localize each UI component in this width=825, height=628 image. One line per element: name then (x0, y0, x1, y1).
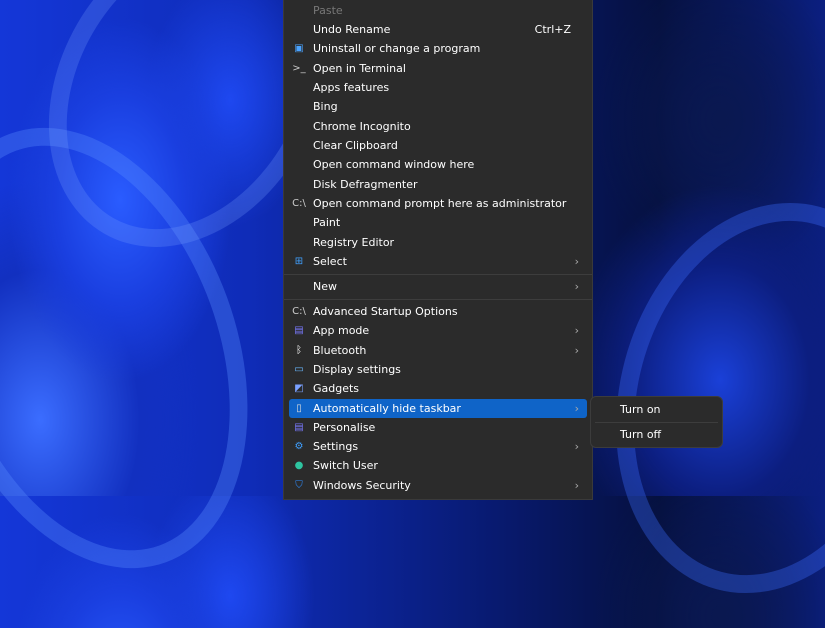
menu-item-label: Uninstall or change a program (313, 42, 481, 56)
terminal-icon: >_ (292, 62, 306, 74)
shield-icon: ⛉ (295, 479, 303, 491)
menu-item-label: Personalise (313, 420, 376, 434)
menu-item-gadgets[interactable]: ◩ Gadgets (289, 379, 587, 398)
chevron-right-icon: › (574, 440, 579, 454)
menu-item-label: Open command window here (313, 158, 475, 172)
menu-item-paint[interactable]: Paint (289, 213, 587, 232)
menu-item-label: Gadgets (313, 382, 360, 396)
menu-item-select[interactable]: ⊞ Select › (289, 252, 587, 271)
chevron-right-icon: › (574, 343, 579, 357)
menu-item-label: Bluetooth (313, 343, 367, 357)
menu-item-bing[interactable]: Bing (289, 97, 587, 116)
separator (595, 422, 718, 423)
menu-item-label: Apps features (313, 80, 390, 94)
menu-item-registry-editor[interactable]: Registry Editor (289, 233, 587, 252)
menu-item-label: Display settings (313, 362, 401, 376)
menu-item-label: Chrome Incognito (313, 119, 411, 133)
menu-item-display-settings[interactable]: ▭ Display settings (289, 360, 587, 379)
menu-item-label: Clear Clipboard (313, 138, 398, 152)
taskbar-submenu: Turn on Turn off (590, 396, 723, 448)
chevron-right-icon: › (574, 255, 579, 269)
menu-item-label: Registry Editor (313, 235, 395, 249)
menu-item-app-mode[interactable]: ▤ App mode › (289, 321, 587, 340)
separator (284, 299, 592, 300)
menu-item-apps-features[interactable]: Apps features (289, 78, 587, 97)
cmd-icon: C:\ (292, 198, 306, 209)
shortcut-label: Ctrl+Z (534, 22, 571, 36)
menu-item-label: Advanced Startup Options (313, 305, 458, 318)
menu-item-bluetooth[interactable]: ᛒ Bluetooth › (289, 341, 587, 360)
menu-item-undo-rename[interactable]: Undo Rename Ctrl+Z (289, 20, 587, 39)
menu-item-uninstall-or-change-a-program[interactable]: ▣ Uninstall or change a program (289, 39, 587, 58)
menu-item-label: Bing (313, 100, 338, 114)
menu-item-label: Automatically hide taskbar (313, 401, 461, 415)
gadgets-icon: ◩ (294, 383, 304, 395)
menu-item-disk-defragmenter[interactable]: Disk Defragmenter (289, 175, 587, 194)
windows-icon: ⊞ (294, 256, 304, 268)
menu-item-label: Paste (313, 3, 343, 17)
separator (284, 274, 592, 275)
menu-item-label: Windows Security (313, 478, 411, 492)
menu-item-advanced-startup-options[interactable]: C:\ Advanced Startup Options (289, 302, 587, 321)
menu-item-personalise[interactable]: ▤ Personalise (289, 418, 587, 437)
menu-item-label: New (313, 280, 337, 293)
chevron-right-icon: › (574, 478, 579, 492)
menu-item-label: Settings (313, 440, 359, 454)
menu-item-label: Select (313, 255, 347, 269)
menu-item-settings[interactable]: ⚙ Settings › (289, 437, 587, 456)
chevron-right-icon: › (574, 401, 579, 415)
menu-item-label: App mode (313, 324, 370, 338)
menu-item-open-in-terminal[interactable]: >_ Open in Terminal (289, 59, 587, 78)
chevron-right-icon: › (574, 324, 579, 338)
settings-icon: ⚙ (294, 441, 304, 453)
menu-item-label: Undo Rename (313, 22, 391, 36)
menu-item-switch-user[interactable]: ● Switch User (289, 456, 587, 475)
context-menu: Paste Undo Rename Ctrl+Z ▣ Uninstall or chan… (283, 0, 593, 500)
menu-item-new[interactable]: New › (289, 277, 587, 296)
menu-item-windows-security[interactable]: ⛉ Windows Security › (289, 476, 587, 495)
cmd-icon: C:\ (292, 306, 306, 317)
menu-item-label: Open command prompt here as administrato… (313, 197, 567, 210)
menu-item-label: Switch User (313, 459, 378, 473)
menu-item-label: Paint (313, 216, 341, 230)
menu-item-paste[interactable]: Paste (289, 1, 587, 20)
menu-item-automatically-hide-taskbar[interactable]: ▯ Automatically hide taskbar › (289, 398, 587, 418)
menu-item-label: Open in Terminal (313, 61, 406, 75)
menu-item-clear-clipboard[interactable]: Clear Clipboard (289, 136, 587, 155)
menu-item-label: Disk Defragmenter (313, 177, 418, 191)
programs-icon: ▣ (294, 43, 304, 55)
menu-item-open-command-window-here[interactable]: Open command window here (289, 155, 587, 174)
menu-item-chrome-incognito[interactable]: Chrome Incognito (289, 117, 587, 136)
taskbar-icon: ▯ (296, 402, 302, 414)
turn-on-item[interactable]: Turn on (620, 403, 661, 416)
personalise-icon: ▤ (294, 421, 304, 433)
app-mode-icon: ▤ (294, 325, 304, 337)
bluetooth-icon: ᛒ (296, 344, 302, 356)
display-icon: ▭ (294, 363, 304, 375)
chevron-right-icon: › (574, 280, 579, 293)
menu-item-open-command-prompt-here-as-administrator[interactable]: C:\ Open command prompt here as administr… (289, 194, 587, 213)
turn-off-item[interactable]: Turn off (620, 428, 661, 441)
user-icon: ● (294, 460, 304, 472)
